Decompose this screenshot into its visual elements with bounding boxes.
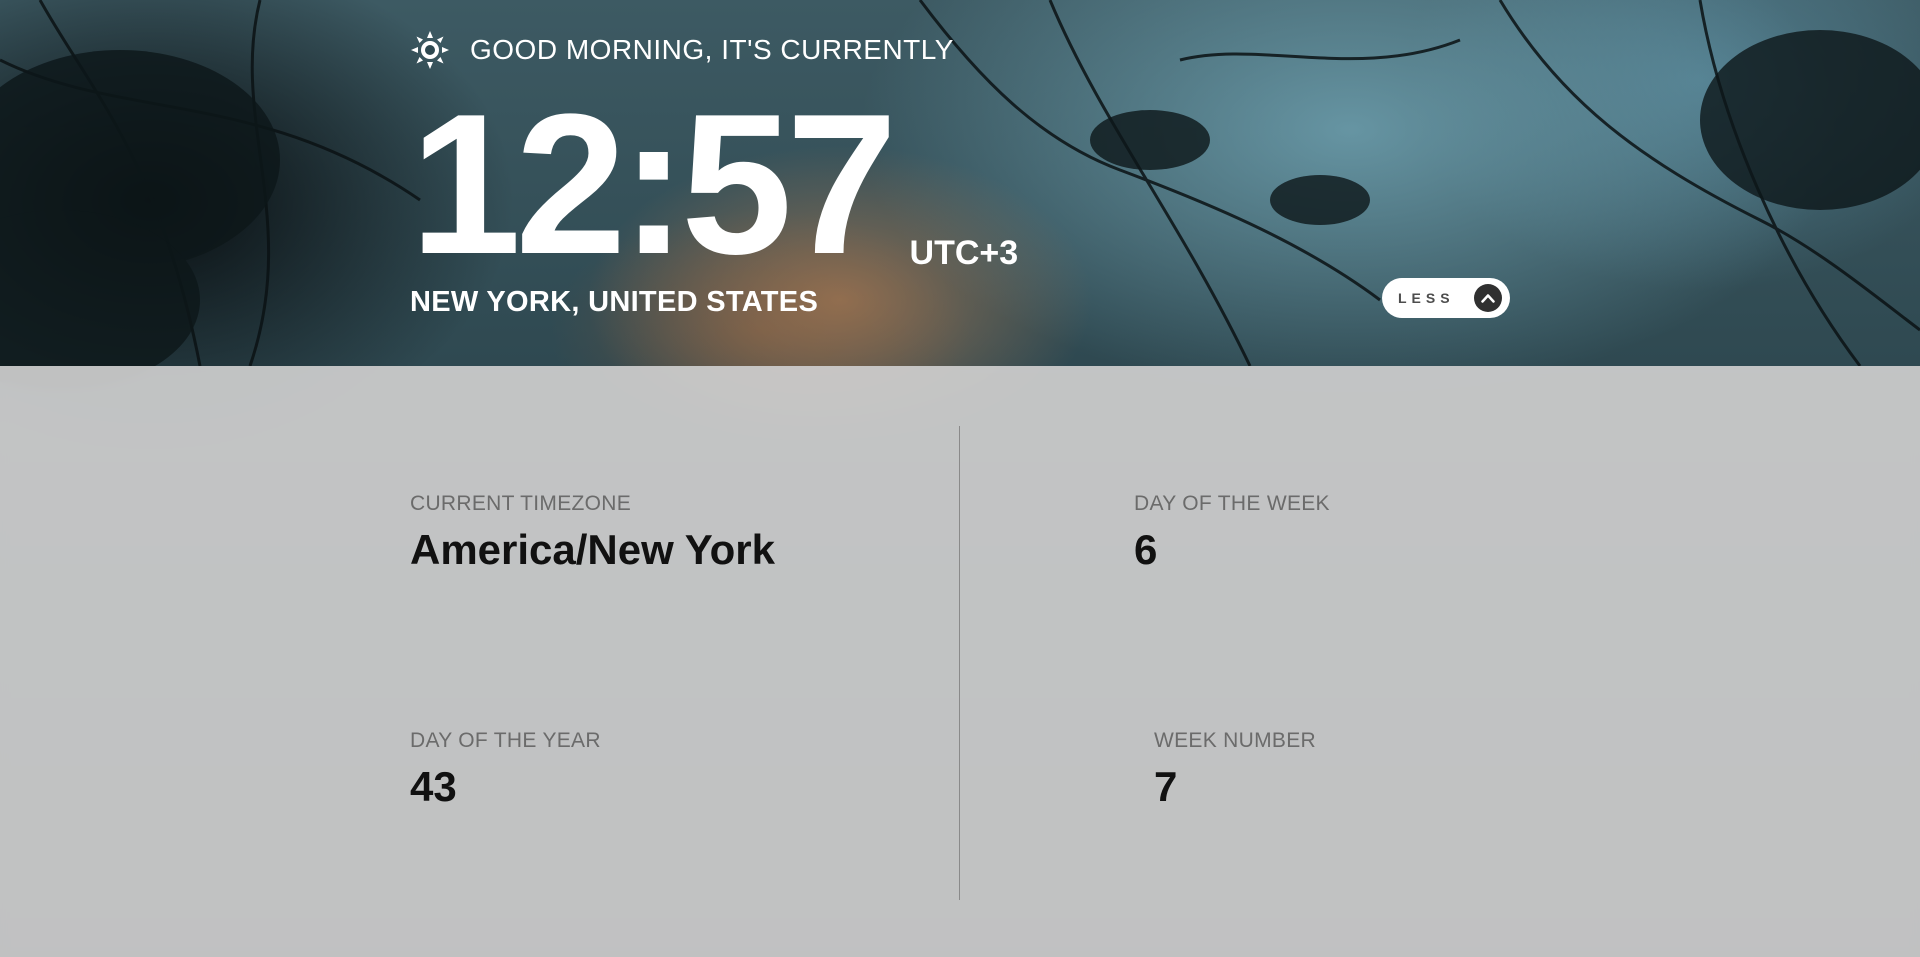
stat-value: 7 [1154,763,1178,810]
stat-label: DAY OF THE YEAR [410,729,601,752]
less-button[interactable]: LESS [1382,278,1510,318]
greeting-text: GOOD MORNING, IT'S CURRENTLY [470,34,954,65]
stat-week-number: WEEK NUMBER 7 [1154,729,1316,811]
sun-icon [411,31,449,69]
stat-value: 6 [1134,526,1158,573]
location-text: NEW YORK, UNITED STATES [410,286,819,318]
stat-value: America/New York [410,526,775,573]
stat-label: DAY OF THE WEEK [1134,492,1330,515]
stat-label: WEEK NUMBER [1154,729,1316,752]
timezone-abbreviation: UTC+3 [909,234,1019,272]
stat-current-timezone: CURRENT TIMEZONE America/New York [410,492,775,574]
current-time: 12:57 [410,73,898,296]
stat-label: CURRENT TIMEZONE [410,492,632,515]
details-panel: CURRENT TIMEZONE America/New York DAY OF… [0,366,1920,957]
clock: 12:57 UTC+3 [410,73,1019,296]
stat-day-of-year: DAY OF THE YEAR 43 [410,729,601,811]
stat-value: 43 [410,763,457,810]
hero-section: GOOD MORNING, IT'S CURRENTLY 12:57 UTC+3… [0,0,1920,366]
stat-day-of-week: DAY OF THE WEEK 6 [1134,492,1330,574]
greeting: GOOD MORNING, IT'S CURRENTLY [410,30,954,70]
panel-divider [959,426,960,900]
chevron-up-icon [1474,284,1502,312]
less-button-label: LESS [1398,290,1455,306]
